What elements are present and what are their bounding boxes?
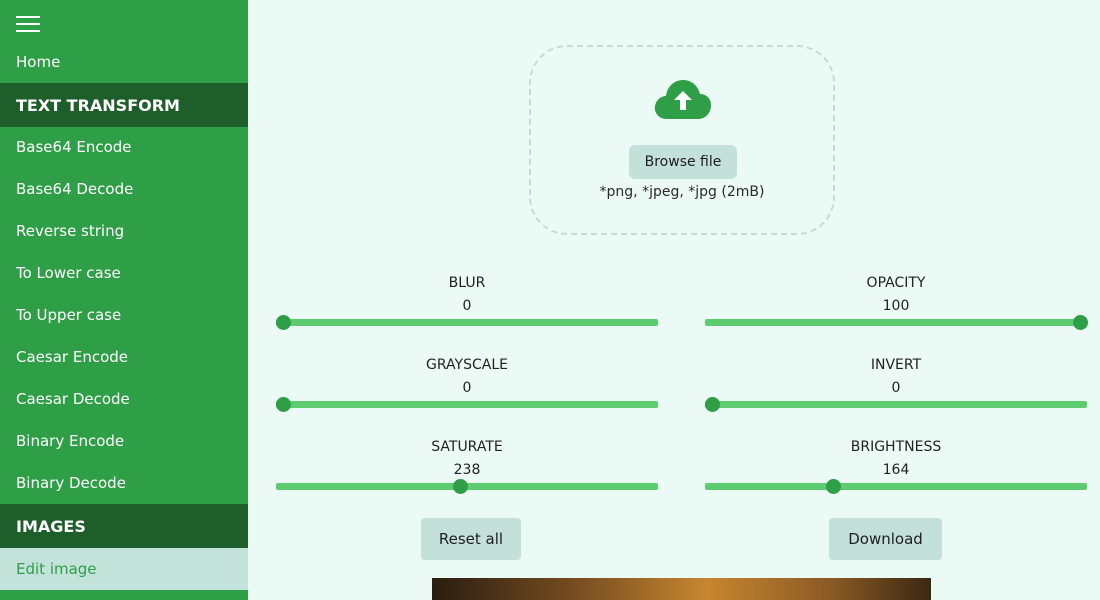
grayscale-slider[interactable] [276,397,658,412]
sidebar-item-label: Base64 Decode [16,180,134,198]
image-preview [432,578,931,600]
sidebar-item-base64-encode[interactable]: Base64 Encode [0,126,248,168]
brightness-slider[interactable] [705,479,1087,494]
sidebar-item-label: Home [16,53,61,71]
invert-slider-thumb[interactable] [705,397,720,412]
blur-value: 0 [462,298,472,314]
sidebar-item-to-lower-case[interactable]: To Lower case [0,252,248,294]
sidebar-item-caesar-encode[interactable]: Caesar Encode [0,336,248,378]
sidebar-item-label: Binary Encode [16,432,125,450]
sidebar-item-edit-image[interactable]: Edit image [0,548,248,590]
saturate-label: SATURATE [431,439,503,455]
blur-slider[interactable] [276,315,658,330]
sidebar-item-base64-decode[interactable]: Base64 Decode [0,168,248,210]
opacity-slider[interactable] [705,315,1088,330]
sidebar-section-label: TEXT TRANSFORM [16,95,180,115]
opacity-label: OPACITY [866,275,926,291]
cloud-upload-icon [654,80,712,119]
download-button[interactable]: Download [829,518,942,560]
opacity-value: 100 [882,298,910,314]
sidebar-item-reverse-string[interactable]: Reverse string [0,210,248,252]
sidebar-item-label: Binary Decode [16,474,126,492]
grayscale-value: 0 [462,380,472,396]
grayscale-slider-thumb[interactable] [276,397,291,412]
grayscale-label: GRAYSCALE [426,357,508,373]
sidebar-item-label: Caesar Decode [16,390,130,408]
invert-slider[interactable] [705,397,1087,412]
brightness-value: 164 [882,462,910,478]
saturate-slider-thumb[interactable] [452,479,468,494]
sidebar-item-caesar-decode[interactable]: Caesar Decode [0,378,248,420]
sidebar-item-to-upper-case[interactable]: To Upper case [0,294,248,336]
saturate-slider[interactable] [276,479,658,494]
blur-label: BLUR [448,275,486,291]
sidebar-item-label: Caesar Encode [16,348,128,366]
invert-label: INVERT [870,357,922,373]
reset-all-button[interactable]: Reset all [421,518,521,560]
sidebar-item-binary-encode[interactable]: Binary Encode [0,420,248,462]
upload-dropzone[interactable]: Browse file *png, *jpeg, *jpg (2mB) [529,45,835,235]
sidebar-item-label: To Lower case [16,264,121,282]
sidebar-section-text-transform: TEXT TRANSFORM [0,83,248,127]
sidebar-item-label: To Upper case [16,306,122,324]
sidebar-item-home[interactable]: Home [0,41,248,83]
blur-slider-thumb[interactable] [276,315,291,330]
hamburger-menu-icon[interactable] [16,16,40,33]
opacity-slider-thumb[interactable] [1073,315,1088,330]
invert-value: 0 [891,380,901,396]
sidebar-item-label: Edit image [16,560,97,578]
sidebar-item-binary-decode[interactable]: Binary Decode [0,462,248,504]
file-type-hint: *png, *jpeg, *jpg (2mB) [599,184,765,200]
saturate-value: 238 [453,462,481,478]
sidebar-item-label: Reverse string [16,222,125,240]
sidebar: Home TEXT TRANSFORM Base64 Encode Base64… [0,0,248,600]
sidebar-section-images: IMAGES [0,504,248,548]
brightness-slider-thumb[interactable] [826,479,842,494]
sidebar-section-label: IMAGES [16,516,86,536]
sidebar-item-label: Base64 Encode [16,138,132,156]
browse-file-button[interactable]: Browse file [629,145,737,179]
brightness-label: BRIGHTNESS [850,439,942,455]
